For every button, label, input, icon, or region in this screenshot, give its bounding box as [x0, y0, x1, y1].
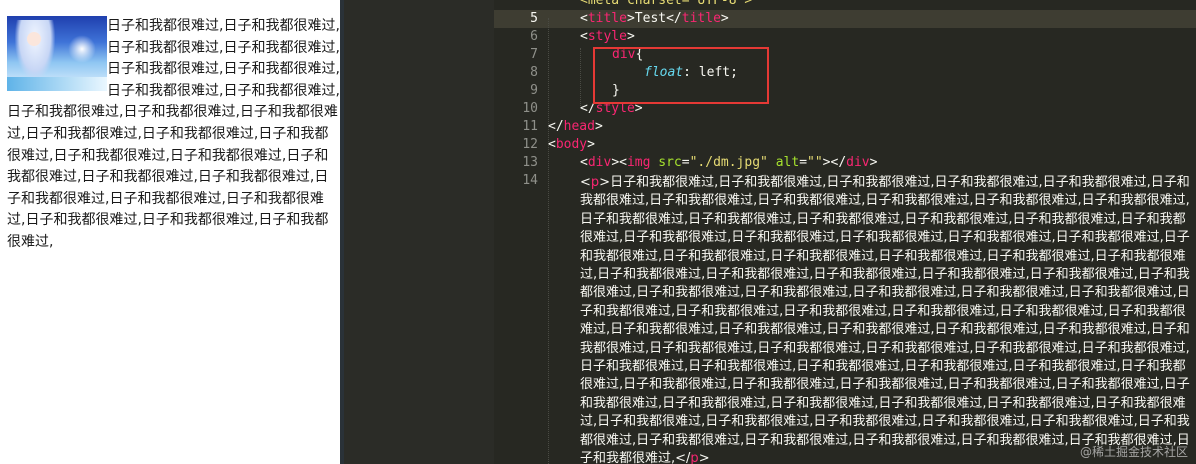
- browser-preview: 日子和我都很难过,日子和我都很难过,日子和我都很难过,日子和我都很难过,日子和我…: [0, 0, 342, 464]
- bracket: </: [666, 11, 682, 26]
- line-number: 8: [530, 65, 538, 80]
- indent-guide: [548, 18, 549, 464]
- attr-value: "": [807, 155, 823, 170]
- tag-name: title: [681, 11, 721, 26]
- line-number: 5: [530, 11, 538, 26]
- image-figure-hair: [15, 20, 55, 80]
- line-number: 9: [530, 83, 538, 98]
- image-ground: [7, 77, 107, 91]
- title-text: Test: [634, 11, 667, 26]
- indent-guide: [580, 48, 581, 108]
- line-number: 10: [522, 101, 538, 116]
- watermark: @稀土掘金技术社区: [1079, 445, 1188, 459]
- bracket: <: [580, 11, 588, 26]
- tag-name: p: [590, 175, 600, 190]
- tag-name: title: [587, 11, 627, 26]
- tag-name: head: [563, 119, 595, 134]
- tag-name: div: [846, 155, 870, 170]
- paragraph-text: 日子和我都很难过,日子和我都很难过,日子和我都很难过,日子和我都很难过,日子和我…: [580, 175, 1190, 464]
- line-number: 12: [522, 137, 538, 152]
- minimap[interactable]: [344, 0, 494, 464]
- attr-value: "./dm.jpg": [689, 155, 768, 170]
- bracket: >: [720, 11, 729, 26]
- meta-tag-text: <meta charset="UTF-8">: [580, 0, 753, 8]
- line-number: 7: [530, 47, 538, 62]
- attr-name: src: [658, 155, 682, 170]
- line-number: 6: [530, 29, 538, 44]
- code-line-12: <body>: [548, 137, 595, 152]
- code-line-14: <p>日子和我都很难过,日子和我都很难过,日子和我都很难过,日子和我都很难过,日…: [580, 174, 1193, 464]
- code-line-6: <style>: [580, 29, 635, 44]
- image-figure-face: [27, 32, 41, 46]
- tag-name: p: [690, 451, 699, 464]
- attr-name: alt: [775, 155, 800, 170]
- line-number: 14: [522, 173, 538, 188]
- tag-name: img: [626, 155, 651, 170]
- tag-name: div: [587, 155, 612, 170]
- code-line-13: <div><img src="./dm.jpg" alt=""></div>: [580, 155, 878, 170]
- code-line-4: <meta charset="UTF-8">: [580, 0, 752, 10]
- line-number: 13: [522, 155, 538, 170]
- image-sparkle: [67, 34, 97, 64]
- code-line-11: </head>: [548, 119, 603, 134]
- code-line-5: <title>Test</title>: [580, 10, 729, 28]
- line-number: 11: [522, 119, 538, 134]
- anime-girl-image: [7, 16, 107, 91]
- code-editor[interactable]: 5 6 7 8 9 10 11 12 13 14 <meta charset="…: [344, 0, 1196, 464]
- tag-name: body: [555, 137, 588, 152]
- bracket: >: [626, 11, 635, 26]
- red-highlight-box: [593, 47, 769, 104]
- tag-name: style: [587, 29, 627, 44]
